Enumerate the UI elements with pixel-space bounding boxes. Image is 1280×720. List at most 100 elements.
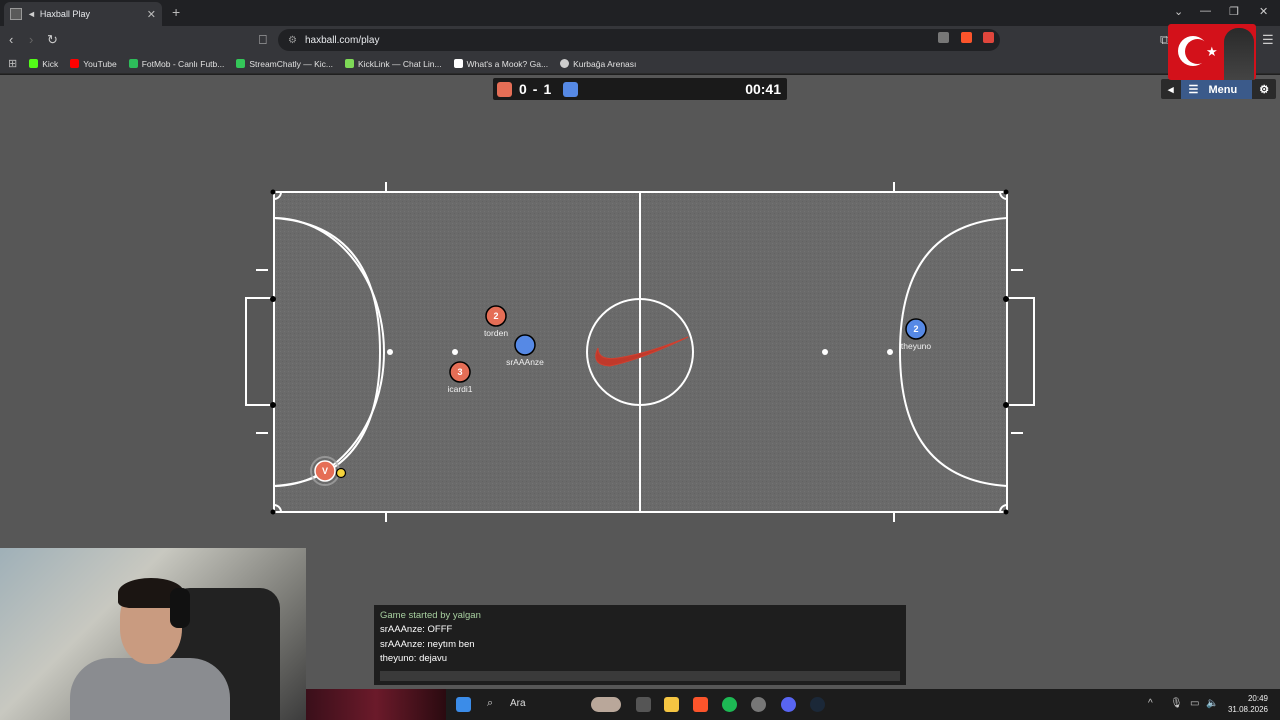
microphone-icon[interactable]: 🎙 bbox=[1170, 698, 1183, 709]
post-marker bbox=[270, 189, 276, 195]
goal-post bbox=[1003, 402, 1009, 408]
translate-icon[interactable] bbox=[938, 32, 949, 43]
apps-grid-icon[interactable]: ⊞ bbox=[8, 57, 17, 70]
reload-icon[interactable]: ↻ bbox=[47, 32, 58, 48]
bookmark-label: KickLink — Chat Lin... bbox=[357, 58, 442, 69]
tab-search-icon[interactable]: ⌄ bbox=[1174, 5, 1183, 18]
goal-post bbox=[1003, 296, 1009, 302]
goal-post bbox=[270, 296, 276, 302]
bookmark-youtube[interactable]: YouTube bbox=[70, 58, 117, 69]
windows-taskbar: ⌕ Ara ^ 🎙 ▭ 🔈 20:49 31.08.2026 bbox=[306, 689, 1280, 720]
goal-post bbox=[270, 402, 276, 408]
tray-chevron-icon[interactable]: ^ bbox=[1148, 698, 1153, 709]
bookmark-label: YouTube bbox=[83, 58, 117, 69]
kick-icon bbox=[29, 59, 39, 68]
globe-icon bbox=[560, 59, 570, 68]
clock-date: 31.08.2026 bbox=[1227, 705, 1268, 714]
url-text: haxball.com/play bbox=[304, 34, 380, 46]
left-goal bbox=[245, 297, 275, 406]
webcam-overlay bbox=[0, 548, 306, 720]
player-name: theyuno bbox=[900, 341, 932, 351]
desktop-wallpaper bbox=[306, 689, 446, 720]
bookmark-icon[interactable]: ⎕ bbox=[259, 32, 267, 48]
haxball-favicon-icon bbox=[10, 8, 22, 20]
chat-message: srAAAnze: OFFF bbox=[380, 624, 453, 636]
post-marker bbox=[1003, 189, 1009, 195]
bookmark-label: What's a Mook? Ga... bbox=[466, 58, 549, 69]
taskbar-search[interactable]: Ara bbox=[510, 698, 526, 709]
youtube-icon bbox=[70, 59, 80, 68]
player-number: 3 bbox=[457, 367, 463, 377]
tab-title: Haxball Play bbox=[39, 9, 90, 19]
chat-box: Game started by yalgan srAAAnze: OFFF sr… bbox=[374, 605, 906, 685]
player-name: srAAAnze bbox=[506, 357, 544, 367]
bookmark-kick[interactable]: Kick bbox=[29, 59, 58, 69]
post-marker bbox=[270, 509, 276, 515]
penalty-spot bbox=[387, 349, 393, 355]
file-explorer-icon[interactable] bbox=[664, 697, 679, 712]
player-number: 2 bbox=[913, 324, 919, 334]
penalty-spot bbox=[822, 349, 828, 355]
player-disc-blue bbox=[514, 334, 536, 356]
star-icon: ★ bbox=[1206, 44, 1218, 59]
turkish-flag-overlay: ★ bbox=[1168, 24, 1256, 80]
bookmark-fotmob[interactable]: FotMob - Canlı Futb... bbox=[128, 58, 225, 69]
bookmark-label: StreamChatly — Kic... bbox=[249, 58, 333, 69]
bookmark-label: Kurbağa Arenası bbox=[573, 58, 637, 69]
chat-input[interactable] bbox=[380, 671, 900, 681]
back-icon[interactable]: ‹ bbox=[9, 32, 13, 47]
chat-message: srAAAnze: neytım ben bbox=[380, 638, 475, 650]
volume-icon[interactable]: 🔈 bbox=[1206, 698, 1218, 709]
clock-time: 20:49 bbox=[1247, 694, 1268, 703]
bookmark-kurbaga[interactable]: Kurbağa Arenası bbox=[560, 59, 636, 69]
bookmark-streamchatly[interactable]: StreamChatly — Kic... bbox=[236, 59, 333, 69]
headset-icon bbox=[170, 588, 190, 628]
bookmark-kicklink[interactable]: KickLink — Chat Lin... bbox=[344, 58, 442, 69]
new-tab-button[interactable]: + bbox=[172, 4, 180, 20]
search-highlight-icon[interactable] bbox=[591, 697, 621, 712]
address-bar[interactable]: ⚙ haxball.com/play bbox=[278, 29, 1000, 51]
streamchatly-icon bbox=[236, 59, 246, 68]
chat-message: theyuno: dejavu bbox=[380, 652, 448, 664]
browser-tab[interactable]: ◄ Haxball Play ✕ bbox=[4, 2, 162, 26]
bookmarks-bar: ⊞ Kick YouTube FotMob - Canlı Futb... St… bbox=[0, 54, 1280, 74]
player-name: icardi1 bbox=[447, 384, 473, 394]
bookmark-label: Kick bbox=[42, 58, 59, 69]
site-info-icon[interactable]: ⚙ bbox=[288, 35, 297, 46]
close-tab-icon[interactable]: ✕ bbox=[147, 8, 156, 21]
network-icon[interactable]: ▭ bbox=[1190, 698, 1199, 709]
bookmark-mook[interactable]: What's a Mook? Ga... bbox=[453, 58, 549, 69]
mook-icon bbox=[453, 59, 463, 68]
player-number: V bbox=[321, 466, 329, 476]
mute-icon[interactable]: ◄ bbox=[27, 9, 36, 19]
system-clock[interactable]: 20:49 31.08.2026 bbox=[1228, 693, 1268, 715]
fotmob-icon bbox=[128, 59, 138, 68]
discord-icon[interactable] bbox=[781, 697, 796, 712]
minimize-icon[interactable]: — bbox=[1200, 5, 1211, 17]
penalty-spot bbox=[452, 349, 458, 355]
portrait-image bbox=[1224, 28, 1254, 80]
streamer-shirt bbox=[70, 658, 230, 720]
brave-rewards-icon[interactable] bbox=[983, 32, 994, 43]
player-name: torden bbox=[483, 328, 509, 338]
steam-icon[interactable] bbox=[810, 697, 825, 712]
player-number: 2 bbox=[493, 311, 499, 321]
search-icon[interactable]: ⌕ bbox=[487, 697, 493, 710]
browser-menu-icon[interactable]: ☰ bbox=[1262, 32, 1274, 48]
restore-icon[interactable]: ❐ bbox=[1229, 5, 1239, 18]
penalty-spot bbox=[887, 349, 893, 355]
link-icon bbox=[344, 59, 354, 68]
ball bbox=[335, 467, 347, 479]
tab-bar: ◄ Haxball Play ✕ + ⌄ — ❐ ✕ bbox=[0, 0, 1280, 26]
obs-icon[interactable] bbox=[751, 697, 766, 712]
windows-start-icon[interactable] bbox=[456, 697, 471, 712]
chat-message: Game started by yalgan bbox=[380, 610, 481, 621]
brave-shields-icon[interactable] bbox=[961, 32, 972, 43]
close-window-icon[interactable]: ✕ bbox=[1259, 5, 1268, 18]
forward-icon[interactable]: › bbox=[29, 32, 33, 47]
brave-browser-icon[interactable] bbox=[693, 697, 708, 712]
bookmark-label: FotMob - Canlı Futb... bbox=[141, 58, 225, 69]
task-view-icon[interactable] bbox=[636, 697, 651, 712]
spotify-icon[interactable] bbox=[722, 697, 737, 712]
right-goal bbox=[1006, 297, 1035, 406]
